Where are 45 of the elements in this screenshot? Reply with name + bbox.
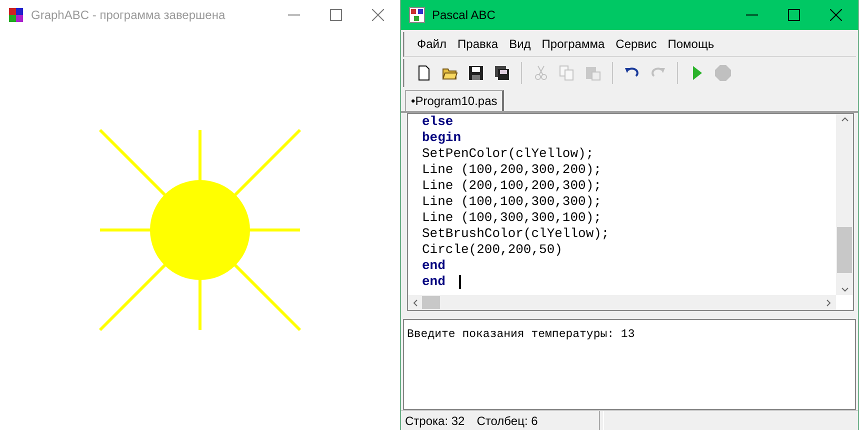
code-line: end (422, 274, 446, 290)
scrollbar-thumb[interactable] (422, 296, 440, 309)
menu-item[interactable]: Программа (538, 35, 609, 53)
maximize-icon[interactable] (788, 9, 800, 21)
code-line: Line (100,300,300,100); (422, 210, 602, 226)
scroll-left-icon[interactable] (412, 298, 418, 306)
window-title: GraphABC - программа завершена (31, 8, 226, 22)
save-icon (468, 65, 484, 81)
menu-item[interactable]: Сервис (612, 35, 661, 53)
menu-item[interactable]: Помощь (664, 35, 718, 53)
vertical-scrollbar[interactable] (836, 114, 853, 295)
close-icon[interactable] (830, 9, 842, 21)
app-icon (409, 7, 425, 23)
close-icon[interactable] (372, 9, 384, 21)
file-tab[interactable]: •Program10.pas (405, 90, 504, 111)
scroll-right-icon[interactable] (826, 298, 832, 306)
scissors-icon (533, 65, 549, 81)
scroll-down-icon[interactable] (840, 287, 848, 293)
code-line: Line (100,200,300,200); (422, 162, 602, 178)
horizontal-scrollbar[interactable] (408, 295, 836, 310)
code-line: SetPenColor(clYellow); (422, 146, 594, 162)
code-line: end (422, 258, 446, 274)
stop-icon (715, 65, 731, 81)
menu-item[interactable]: Вид (505, 35, 535, 53)
menu-item[interactable]: Файл (413, 35, 451, 53)
menu-item[interactable]: Правка (454, 35, 502, 53)
scroll-up-icon[interactable] (840, 116, 848, 122)
status-text: Столбец: 6 (476, 414, 538, 428)
code-line: begin (422, 130, 462, 146)
code-editor[interactable]: else begin SetPenColor(clYellow); Line (100,200,300,200); Line (200,100,200,300); Line (100,100,300,300); Line (100,300,300,100); SetBrushColor(clYellow); Circle(200,200,50) end end (407, 113, 854, 311)
copy-icon (559, 65, 575, 81)
scrollbar-thumb[interactable] (837, 226, 852, 272)
save-all-icon (494, 65, 510, 81)
paste-icon (585, 65, 601, 81)
app-icon (8, 7, 24, 23)
code-line: Line (200,100,200,300); (422, 178, 602, 194)
code-line: else (422, 114, 454, 130)
output-text: Введите показания температуры: 13 (407, 328, 635, 341)
new-file-icon (416, 65, 432, 81)
status-text: Строка: 32 (405, 414, 465, 428)
code-line: Line (100,100,300,300); (422, 194, 602, 210)
code-line: SetBrushColor(clYellow); (422, 226, 610, 242)
window-title: Pascal ABC (432, 8, 496, 22)
maximize-icon[interactable] (330, 9, 342, 21)
code-line: Circle(200,200,50) (422, 242, 562, 258)
